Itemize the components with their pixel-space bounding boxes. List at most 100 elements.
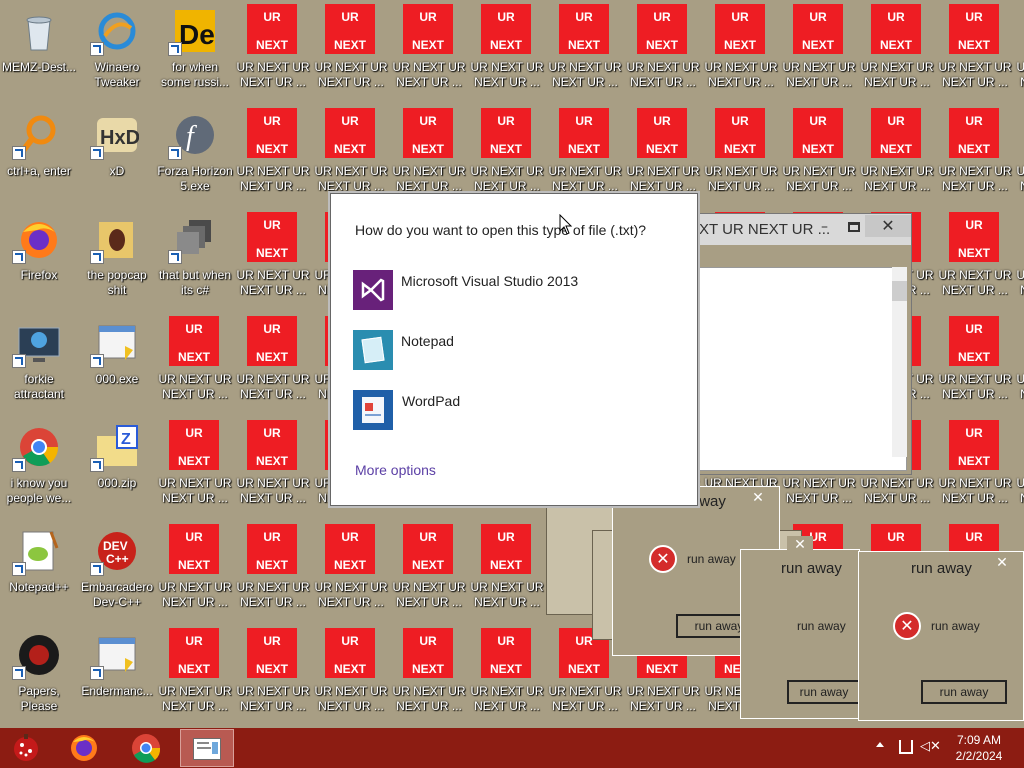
ur-next-icon[interactable]: URNEXTUR NEXT UR NEXT UR ... [390, 626, 468, 728]
ur-next-icon[interactable]: URNEXTUR NEXT UR NEXT UR ... [312, 522, 390, 626]
ur-next-icon[interactable]: URNEXTUR NEXT UR NEXT UR ... [858, 106, 936, 210]
notepad-window[interactable]: XT UR NEXT UR ... – ✕ [694, 213, 912, 475]
ur-next-icon[interactable]: URNEXTUR NEXT UR NEXT UR ... [1014, 210, 1024, 314]
desktop-icon[interactable]: Winaero Tweaker [78, 2, 156, 106]
open-with-dialog[interactable]: How do you want to open this type of fil… [330, 193, 698, 506]
ur-next-icon[interactable]: URNEXTUR NEXT UR NEXT UR ... [156, 522, 234, 626]
ur-next-icon[interactable]: URNEXTUR NEXT UR NEXT UR ... [780, 2, 858, 106]
ur-next-icon[interactable]: URNEXTUR NEXT UR NEXT UR ... [156, 314, 234, 418]
desktop-icon-label: UR NEXT UR NEXT UR ... [782, 476, 856, 505]
volume-muted-icon[interactable]: ◁✕ [920, 739, 941, 754]
notepad-text-area[interactable] [699, 267, 907, 471]
ur-next-icon[interactable]: URNEXTUR NEXT UR NEXT UR ... [624, 2, 702, 106]
desktop-icon[interactable]: that but when its c# [156, 210, 234, 314]
desktop-icon[interactable]: i know you people we... [0, 418, 78, 522]
tile-text-top: UR [263, 322, 281, 336]
network-icon[interactable] [899, 740, 913, 754]
ur-next-icon[interactable]: URNEXTUR NEXT UR NEXT UR ... [936, 210, 1014, 314]
dialog-title: run away [781, 560, 842, 577]
ur-next-icon[interactable]: URNEXTUR NEXT UR NEXT UR ... [468, 522, 546, 626]
ur-next-icon[interactable]: URNEXTUR NEXT UR NEXT UR ... [702, 2, 780, 106]
ur-next-icon[interactable]: URNEXTUR NEXT UR NEXT UR ... [858, 2, 936, 106]
ur-next-icon[interactable]: URNEXTUR NEXT UR NEXT UR ... [1014, 314, 1024, 418]
run-away-button[interactable]: run away [921, 680, 1007, 704]
window-icon [193, 738, 221, 760]
ur-next-icon[interactable]: URNEXTUR NEXT UR NEXT UR ... [234, 522, 312, 626]
red-square-icon: UR NEXT [169, 628, 219, 678]
close-button[interactable]: ✕ [865, 215, 911, 237]
ur-next-icon[interactable]: URNEXTUR NEXT UR NEXT UR ... [312, 2, 390, 106]
app-option-notepad[interactable]: Notepad [351, 328, 681, 370]
ur-next-icon[interactable]: URNEXTUR NEXT UR NEXT UR ... [702, 106, 780, 210]
desktop-icon[interactable]: MEMZ-Dest... [0, 2, 78, 106]
app-option-wordpad[interactable]: WordPad [351, 388, 681, 430]
close-icon[interactable]: ✕ [745, 489, 771, 507]
taskbar-notepad-active[interactable] [180, 729, 234, 767]
show-hidden-icons-icon[interactable] [876, 742, 884, 747]
dialog-message: run away [931, 619, 980, 633]
ur-next-icon[interactable]: URNEXTUR NEXT UR NEXT UR ... [1014, 106, 1024, 210]
ur-next-icon[interactable]: URNEXTUR NEXT UR NEXT UR ... [390, 2, 468, 106]
taskbar-chrome[interactable] [126, 732, 166, 764]
more-options-link[interactable]: More options [355, 462, 436, 478]
run-away-button[interactable]: run away [787, 680, 861, 704]
ur-next-icon[interactable]: URNEXTUR NEXT UR NEXT UR ... [936, 314, 1014, 418]
tile-text-bottom: NEXT [255, 246, 288, 260]
tile-text-top: UR [965, 426, 983, 440]
ur-next-icon[interactable]: URNEXTUR NEXT UR NEXT UR ... [234, 2, 312, 106]
desktop-icon[interactable]: forkie attractant [0, 314, 78, 418]
desktop-icon[interactable]: Z 000.zip [78, 418, 156, 522]
clock[interactable]: 7:09 AM 2/2/2024 [946, 732, 1012, 764]
ur-next-icon[interactable]: URNEXTUR NEXT UR NEXT UR ... [780, 106, 858, 210]
desktop-icon-label: Endermanc... [81, 684, 153, 698]
minimize-icon[interactable]: – [821, 220, 835, 234]
desktop-icon[interactable]: the popcap shit [78, 210, 156, 314]
ur-next-icon[interactable]: URNEXTUR NEXT UR NEXT UR ... [234, 626, 312, 728]
desktop-icon[interactable]: ctrl+a, enter [0, 106, 78, 210]
ur-next-icon[interactable]: URNEXTUR NEXT UR NEXT UR ... [468, 626, 546, 728]
scrollbar[interactable] [892, 267, 907, 457]
ur-next-icon[interactable]: URNEXTUR NEXT UR NEXT UR ... [234, 210, 312, 314]
ur-next-icon[interactable]: URNEXTUR NEXT UR NEXT UR ... [156, 418, 234, 522]
close-icon[interactable]: ✕ [989, 554, 1015, 572]
desktop-icon[interactable]: f Forza Horizon 5.exe [156, 106, 234, 210]
ur-next-icon[interactable]: URNEXTUR NEXT UR NEXT UR ... [234, 314, 312, 418]
red-square-icon: UR NEXT [325, 628, 375, 678]
tile-text-top: UR [185, 426, 203, 440]
ur-next-icon[interactable]: URNEXTUR NEXT UR NEXT UR ... [234, 106, 312, 210]
tile-text-bottom: NEXT [411, 558, 444, 572]
ur-next-icon[interactable]: URNEXTUR NEXT UR NEXT UR ... [936, 2, 1014, 106]
run-away-dialog[interactable]: run away ✕ run away run away [740, 536, 861, 719]
ur-next-icon[interactable]: URNEXTUR NEXT UR NEXT UR ... [936, 418, 1014, 522]
ur-next-icon[interactable]: URNEXTUR NEXT UR NEXT UR ... [546, 2, 624, 106]
desktop-icon[interactable]: Firefox [0, 210, 78, 314]
desktop-icon[interactable]: Endermanc... [78, 626, 156, 728]
run-away-dialog[interactable]: run away ✕ ✕ run away run away [858, 551, 1024, 721]
desktop-icon[interactable]: Notepad++ [0, 522, 78, 626]
taskbar-firefox[interactable] [64, 732, 104, 764]
red-square-icon: UR NEXT [481, 4, 531, 54]
ur-next-icon[interactable]: URNEXTUR NEXT UR NEXT UR ... [468, 2, 546, 106]
ur-next-icon[interactable]: URNEXTUR NEXT UR NEXT UR ... [936, 106, 1014, 210]
ur-next-icon[interactable]: URNEXTUR NEXT UR NEXT UR ... [234, 418, 312, 522]
app-option-visual-studio[interactable]: Microsoft Visual Studio 2013 [351, 268, 681, 310]
visual-studio-icon [353, 270, 393, 310]
ur-next-icon[interactable]: URNEXTUR NEXT UR NEXT UR ... [1014, 2, 1024, 106]
shortcut-arrow-icon [12, 666, 26, 680]
tile-text-top: UR [809, 10, 827, 24]
tile-text-top: UR [965, 10, 983, 24]
shortcut-arrow-icon [12, 354, 26, 368]
desktop-icon[interactable]: HxD xD [78, 106, 156, 210]
start-button[interactable] [8, 732, 44, 764]
desktop-icon[interactable]: Papers, Please [0, 626, 78, 728]
desktop-icon[interactable]: DEV C++ Embarcadero Dev-C++ [78, 522, 156, 626]
ur-next-icon[interactable]: URNEXTUR NEXT UR NEXT UR ... [312, 626, 390, 728]
maximize-icon[interactable] [848, 222, 860, 232]
close-icon[interactable]: ✕ [787, 536, 813, 554]
ur-next-icon[interactable]: URNEXTUR NEXT UR NEXT UR ... [156, 626, 234, 728]
desktop-icon[interactable]: De for when some russi... [156, 2, 234, 106]
ur-next-icon[interactable]: URNEXTUR NEXT UR NEXT UR ... [390, 522, 468, 626]
ur-next-icon[interactable]: URNEXTUR NEXT UR NEXT UR ... [1014, 418, 1024, 522]
desktop-icon[interactable]: 000.exe [78, 314, 156, 418]
tile-text-bottom: NEXT [177, 350, 210, 364]
